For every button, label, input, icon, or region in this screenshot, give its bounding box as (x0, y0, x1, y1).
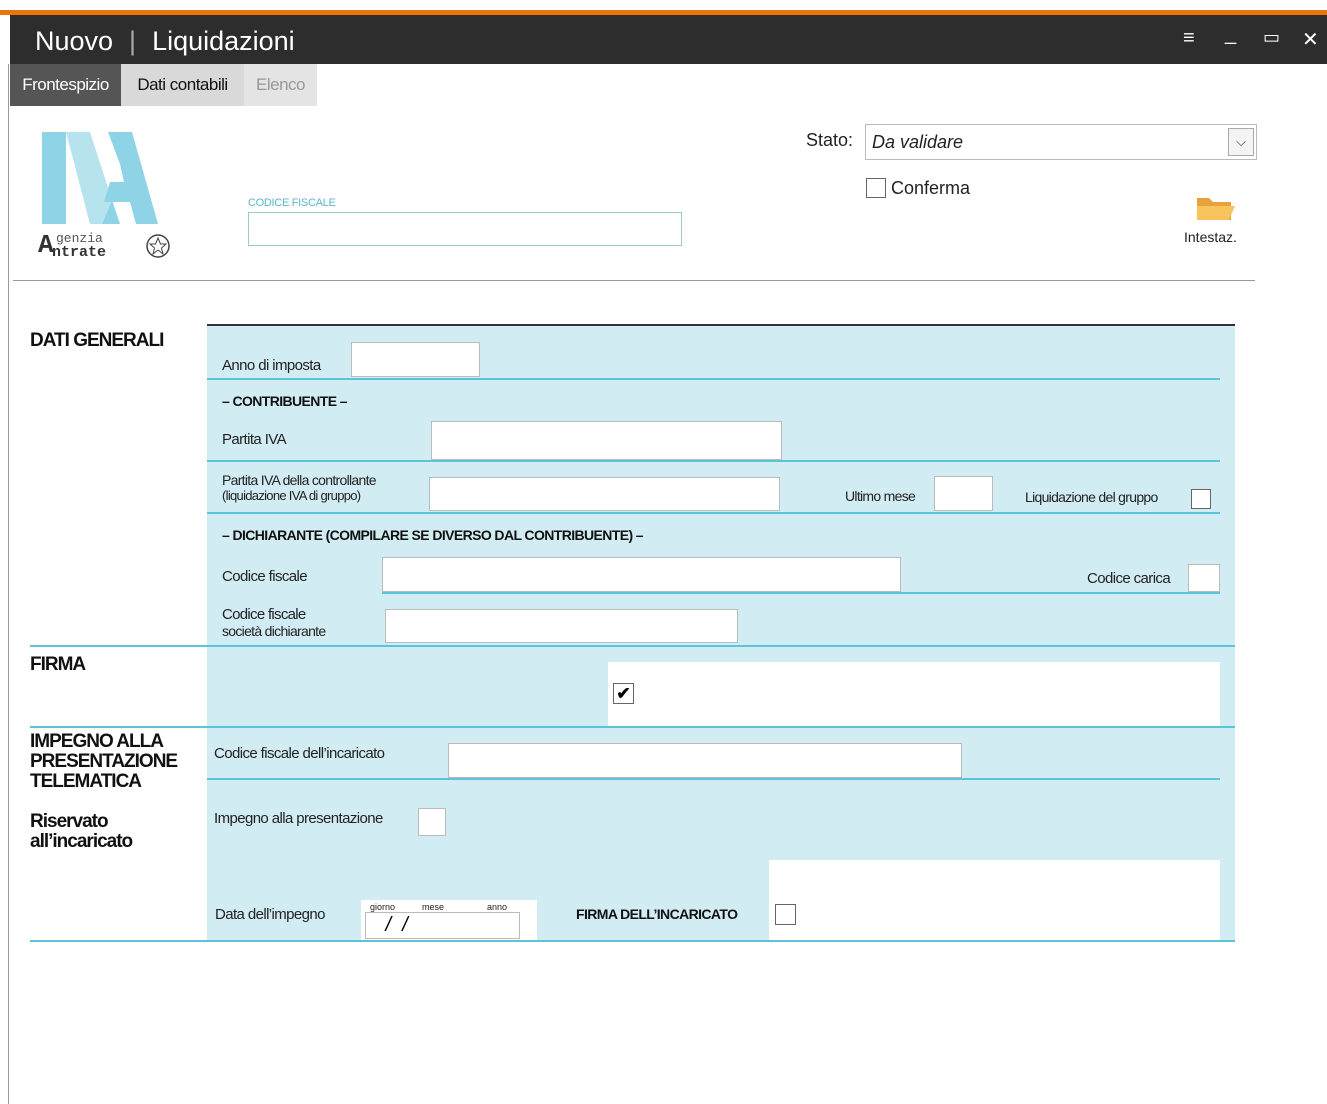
cf-societa-input[interactable] (385, 609, 738, 643)
data-anno-label: anno (487, 902, 508, 912)
tab-dati-contabili[interactable]: Dati contabili (121, 64, 244, 106)
piva-controllante-input[interactable] (429, 477, 780, 511)
row-divider (207, 378, 1220, 380)
data-impegno-label: Data dell’impegno (215, 906, 325, 923)
firma-title: FIRMA (30, 654, 86, 675)
piva-controllante-line2: (liquidazione IVA di gruppo) (222, 488, 361, 503)
cf-societa-line1: Codice fiscale (222, 606, 306, 623)
window-mode: Nuovo (35, 26, 114, 56)
data-impegno-input[interactable]: / / (365, 912, 520, 939)
intestazione-label[interactable]: Intestaz. (1184, 229, 1237, 245)
codice-fiscale-label: Codice fiscale (222, 568, 308, 585)
codice-carica-input[interactable] (1188, 564, 1220, 592)
partita-iva-label: Partita IVA (222, 431, 287, 448)
codice-fiscale-header-input[interactable] (248, 212, 682, 246)
impegno-title-line1: IMPEGNO ALLA (30, 731, 164, 752)
piva-controllante-line1: Partita IVA della controllante (222, 472, 377, 488)
impegno-presentazione-label: Impegno alla presentazione (214, 810, 383, 827)
logo-line2: ntrate (52, 244, 107, 261)
section-divider (30, 726, 1235, 728)
folder-icon[interactable] (1195, 194, 1235, 222)
anno-imposta-input[interactable] (351, 342, 480, 377)
riservato-line2: all’incaricato (30, 831, 133, 852)
impegno-presentazione-checkbox[interactable] (418, 808, 446, 836)
piva-controllante-label: Partita IVA della controllante (liquidaz… (222, 472, 377, 504)
stato-label: Stato: (806, 130, 854, 150)
row-divider (382, 592, 1220, 594)
maximize-icon[interactable]: ▭ (1263, 27, 1280, 48)
conferma-label: Conferma (891, 178, 971, 198)
header-divider (13, 280, 1255, 281)
tab-elenco[interactable]: Elenco (244, 64, 317, 106)
window-left-border (8, 64, 9, 1104)
row-divider (207, 460, 1220, 462)
data-mese-label: mese (422, 902, 445, 912)
section-divider (30, 645, 1235, 647)
panel-bottom-line (30, 940, 1235, 942)
impegno-title-line3: TELEMATICA (30, 771, 142, 792)
firma-incaricato-label: FIRMA DELL’INCARICATO (576, 906, 738, 922)
title-bar: Nuovo | Liquidazioni ≡ _ ▭ ✕ (10, 15, 1327, 64)
close-icon[interactable]: ✕ (1302, 27, 1319, 52)
minimize-icon[interactable]: _ (1225, 23, 1236, 46)
logo-initial: A (38, 230, 54, 260)
liquidazione-gruppo-label: Liquidazione del gruppo (1025, 489, 1158, 505)
menu-icon[interactable]: ≡ (1183, 27, 1195, 50)
codice-fiscale-header-label: CODICE FISCALE (248, 197, 336, 209)
row-divider (207, 778, 1220, 780)
title-separator: | (129, 26, 137, 56)
iva-logo (42, 132, 158, 224)
window-title-text: Liquidazioni (152, 26, 295, 56)
row-divider (207, 512, 1220, 514)
firma-incaricato-area (769, 860, 1220, 940)
data-giorno-label: giorno (370, 902, 396, 912)
form-panel-top-border (207, 324, 1235, 326)
cf-incaricato-input[interactable] (448, 743, 962, 778)
stato-select[interactable]: Da validare ⌵ (865, 124, 1257, 160)
agenzia-entrate-logo: A genzia ntrate (38, 230, 107, 261)
contribuente-heading: – CONTRIBUENTE – (222, 393, 348, 409)
firma-area (608, 662, 1220, 726)
anno-imposta-label: Anno di imposta (222, 357, 321, 374)
codice-carica-label: Codice carica (1087, 570, 1171, 587)
riservato-title: Riservato all’incaricato (30, 811, 133, 852)
cf-societa-line2: società dichiarante (222, 623, 326, 639)
firma-checkbox[interactable]: ✔ (613, 683, 634, 704)
liquidazione-gruppo-checkbox[interactable] (1191, 489, 1211, 509)
chevron-down-icon[interactable]: ⌵ (1228, 128, 1254, 156)
emblem-icon (146, 234, 170, 258)
partita-iva-input[interactable] (431, 421, 782, 460)
cf-societa-label: Codice fiscale società dichiarante (222, 606, 326, 640)
stato-value: Da validare (872, 132, 964, 152)
impegno-title: IMPEGNO ALLA PRESENTAZIONE TELEMATICA (30, 731, 178, 792)
window-title: Nuovo | Liquidazioni (35, 26, 295, 57)
dati-generali-title: DATI GENERALI (30, 330, 164, 351)
riservato-line1: Riservato (30, 811, 109, 832)
codice-fiscale-input[interactable] (382, 557, 901, 592)
firma-incaricato-checkbox[interactable] (775, 904, 796, 925)
impegno-title-line2: PRESENTAZIONE (30, 751, 178, 772)
tab-frontespizio[interactable]: Frontespizio (10, 64, 121, 106)
cf-incaricato-label: Codice fiscale dell’incaricato (214, 745, 385, 762)
ultimo-mese-input[interactable] (934, 476, 993, 511)
dichiarante-heading: – DICHIARANTE (COMPILARE SE DIVERSO DAL … (222, 527, 644, 543)
conferma-checkbox[interactable] (866, 178, 886, 198)
ultimo-mese-label: Ultimo mese (845, 488, 916, 504)
